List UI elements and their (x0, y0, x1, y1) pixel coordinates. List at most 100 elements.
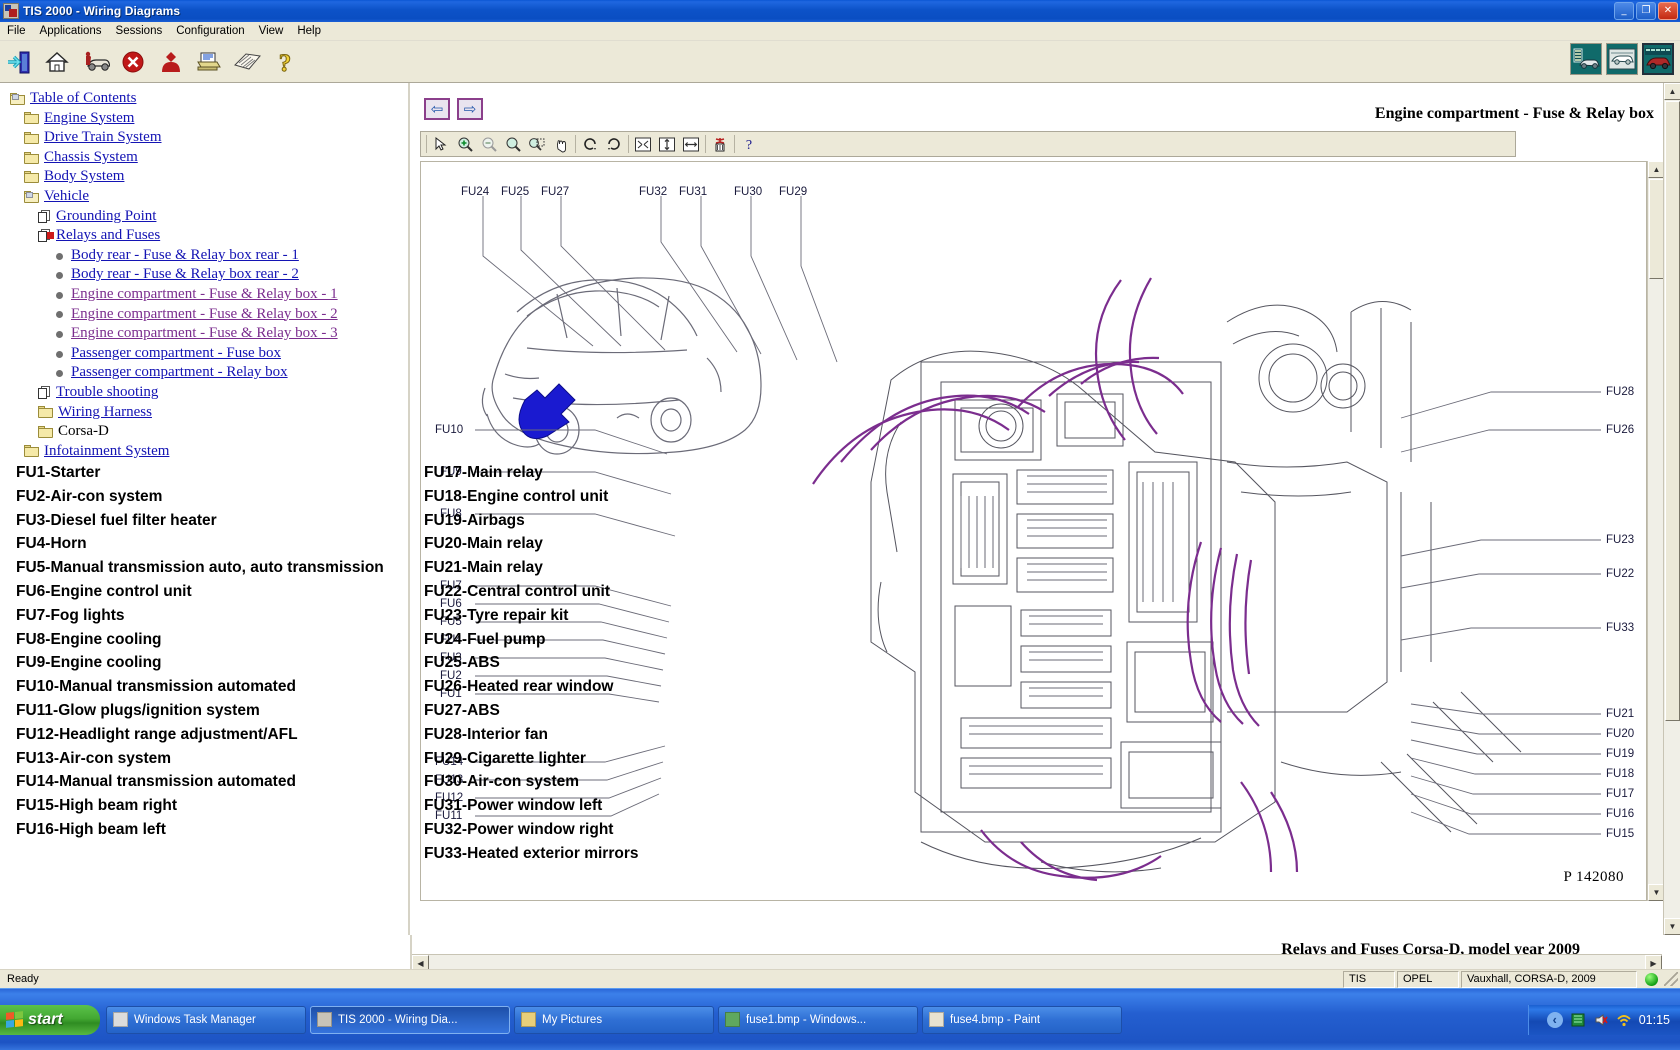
tree-item-label[interactable]: Chassis System (44, 148, 138, 168)
diagram-forward-button[interactable]: ⇨ (457, 98, 483, 120)
menu-applications[interactable]: Applications (33, 23, 109, 39)
taskbar-item-fuse4-bmp[interactable]: fuse4.bmp - Paint (922, 1006, 1122, 1034)
tree-item-corsa-d[interactable]: Corsa-D (10, 422, 408, 442)
tree-item-passenger-compartment-fuse-box[interactable]: Passenger compartment - Fuse box (10, 344, 408, 364)
vehicle-selected-button[interactable] (1642, 43, 1674, 75)
fuse-legend-entry: FU13-Air-con system (16, 747, 384, 771)
news-icon (232, 49, 262, 75)
tree-item-label[interactable]: Body System (44, 167, 124, 187)
tree-item-label[interactable]: Vehicle (44, 187, 89, 207)
tree-item-label[interactable]: Passenger compartment - Fuse box (71, 344, 281, 364)
fuse-legend-entry: FU19-Airbags (424, 509, 639, 533)
news-button[interactable] (228, 43, 266, 81)
tree-item-label[interactable]: Engine System (44, 109, 134, 129)
tree-item-label[interactable]: Engine compartment - Fuse & Relay box - … (71, 324, 338, 344)
taskbar-item-taskmgr[interactable]: Windows Task Manager (106, 1006, 306, 1034)
taskbar-item-tis2000[interactable]: TIS 2000 - Wiring Dia... (310, 1006, 510, 1034)
print-button[interactable] (190, 43, 228, 81)
window-scroll-down-button[interactable]: ▼ (1664, 918, 1680, 935)
volume-muted-icon[interactable] (1593, 1012, 1609, 1028)
maximize-button[interactable]: ❐ (1636, 2, 1656, 20)
exit-button[interactable] (0, 43, 38, 81)
tree-item-grounding-point[interactable]: Grounding Point (10, 207, 408, 227)
tree-item-infotainment-system[interactable]: Infotainment System (10, 442, 408, 462)
cancel-button[interactable] (114, 43, 152, 81)
tree-item-label[interactable]: Engine compartment - Fuse & Relay box - … (71, 285, 338, 305)
tree-item-label[interactable]: Passenger compartment - Relay box (71, 363, 288, 383)
tree-item-body-rear-fuse-relay-box-rear-1[interactable]: Body rear - Fuse & Relay box rear - 1 (10, 246, 408, 266)
fuse-legend-entry: FU27-ABS (424, 699, 639, 723)
customer-button[interactable] (152, 43, 190, 81)
tree-item-label[interactable]: Body rear - Fuse & Relay box rear - 2 (71, 265, 299, 285)
pan-tool-button[interactable] (549, 133, 573, 155)
tree-item-label[interactable]: Grounding Point (56, 207, 156, 227)
tree-item-label[interactable]: Engine compartment - Fuse & Relay box - … (71, 305, 338, 325)
menu-configuration[interactable]: Configuration (169, 23, 251, 39)
diagram-help-button[interactable]: ? (737, 133, 761, 155)
window-scroll-thumb[interactable] (1665, 101, 1680, 721)
tree-item-engine-compartment-fuse-relay-box-2[interactable]: Engine compartment - Fuse & Relay box - … (10, 305, 408, 325)
rotate-cw-button[interactable] (578, 133, 602, 155)
fit-width-button[interactable] (679, 133, 703, 155)
tree-item-body-rear-fuse-relay-box-rear-2[interactable]: Body rear - Fuse & Relay box rear - 2 (10, 265, 408, 285)
tree-item-table-of-contents[interactable]: Table of Contents (10, 89, 408, 109)
zoom-region-tool-button[interactable] (525, 133, 549, 155)
highlight-button[interactable] (708, 133, 732, 155)
scroll-thumb[interactable] (1649, 179, 1664, 279)
image-viewer-icon (725, 1012, 740, 1027)
tree-item-wiring-harness[interactable]: Wiring Harness (10, 403, 408, 423)
tree-item-engine-compartment-fuse-relay-box-1[interactable]: Engine compartment - Fuse & Relay box - … (10, 285, 408, 305)
tree-item-label[interactable]: Trouble shooting (56, 383, 158, 403)
fit-page-icon (634, 136, 652, 153)
taskbar-clock[interactable]: 01:15 (1639, 1013, 1670, 1027)
window-vertical-scrollbar[interactable]: ▲ ▼ (1663, 83, 1680, 935)
tree-item-label[interactable]: Table of Contents (30, 89, 136, 109)
fit-page-button[interactable] (631, 133, 655, 155)
diagram-vertical-scrollbar[interactable]: ▲ ▼ (1647, 161, 1664, 901)
tree-item-label[interactable]: Infotainment System (44, 442, 169, 462)
tree-item-body-system[interactable]: Body System (10, 167, 408, 187)
wireless-icon[interactable] (1616, 1012, 1632, 1028)
zoom-tool-button[interactable] (501, 133, 525, 155)
show-hidden-icons-button[interactable]: ‹ (1547, 1012, 1563, 1028)
tree-item-relays-and-fuses[interactable]: Relays and Fuses (10, 226, 408, 246)
close-button[interactable]: ✕ (1658, 2, 1678, 20)
taskbar-item-my-pictures[interactable]: My Pictures (514, 1006, 714, 1034)
window-scroll-up-button[interactable]: ▲ (1664, 83, 1680, 100)
menu-file[interactable]: File (0, 23, 33, 39)
fuse-legend-entry: FU31-Power window left (424, 794, 639, 818)
tree-item-engine-system[interactable]: Engine System (10, 109, 408, 129)
tree-item-trouble-shooting[interactable]: Trouble shooting (10, 383, 408, 403)
tree-item-label[interactable]: Wiring Harness (58, 403, 152, 423)
zoom-in-tool-button[interactable] (453, 133, 477, 155)
home-button[interactable] (38, 43, 76, 81)
taskbar-item-fuse1-bmp[interactable]: fuse1.bmp - Windows... (718, 1006, 918, 1034)
tree-item-label[interactable]: Corsa-D (58, 422, 109, 442)
zoom-out-tool-button[interactable] (477, 133, 501, 155)
tree-item-engine-compartment-fuse-relay-box-3[interactable]: Engine compartment - Fuse & Relay box - … (10, 324, 408, 344)
vehicle-diagram-button[interactable] (1606, 43, 1638, 75)
rotate-ccw-button[interactable] (602, 133, 626, 155)
fuse-legend-entry: FU33-Heated exterior mirrors (424, 842, 639, 866)
menu-help[interactable]: Help (290, 23, 328, 39)
tree-item-vehicle[interactable]: Vehicle (10, 187, 408, 207)
fit-height-button[interactable] (655, 133, 679, 155)
menu-sessions[interactable]: Sessions (109, 23, 170, 39)
menu-view[interactable]: View (252, 23, 291, 39)
fuse-legend-entry: FU32-Power window right (424, 818, 639, 842)
pointer-tool-button[interactable] (429, 133, 453, 155)
vehicle-service-icon (80, 48, 110, 76)
tree-item-chassis-system[interactable]: Chassis System (10, 148, 408, 168)
start-button[interactable]: start (0, 1005, 100, 1035)
tree-item-label[interactable]: Body rear - Fuse & Relay box rear - 1 (71, 246, 299, 266)
tree-item-label[interactable]: Drive Train System (44, 128, 162, 148)
tree-item-drive-train-system[interactable]: Drive Train System (10, 128, 408, 148)
vehicle-data-button[interactable] (1570, 43, 1602, 75)
diagram-back-button[interactable]: ⇦ (424, 98, 450, 120)
minimize-button[interactable]: _ (1614, 2, 1634, 20)
help-button[interactable]: ? (266, 43, 304, 81)
tree-item-label[interactable]: Relays and Fuses (56, 226, 160, 246)
tree-item-passenger-compartment-relay-box[interactable]: Passenger compartment - Relay box (10, 363, 408, 383)
vehicle-service-button[interactable] (76, 43, 114, 81)
network-icon[interactable] (1570, 1012, 1586, 1028)
